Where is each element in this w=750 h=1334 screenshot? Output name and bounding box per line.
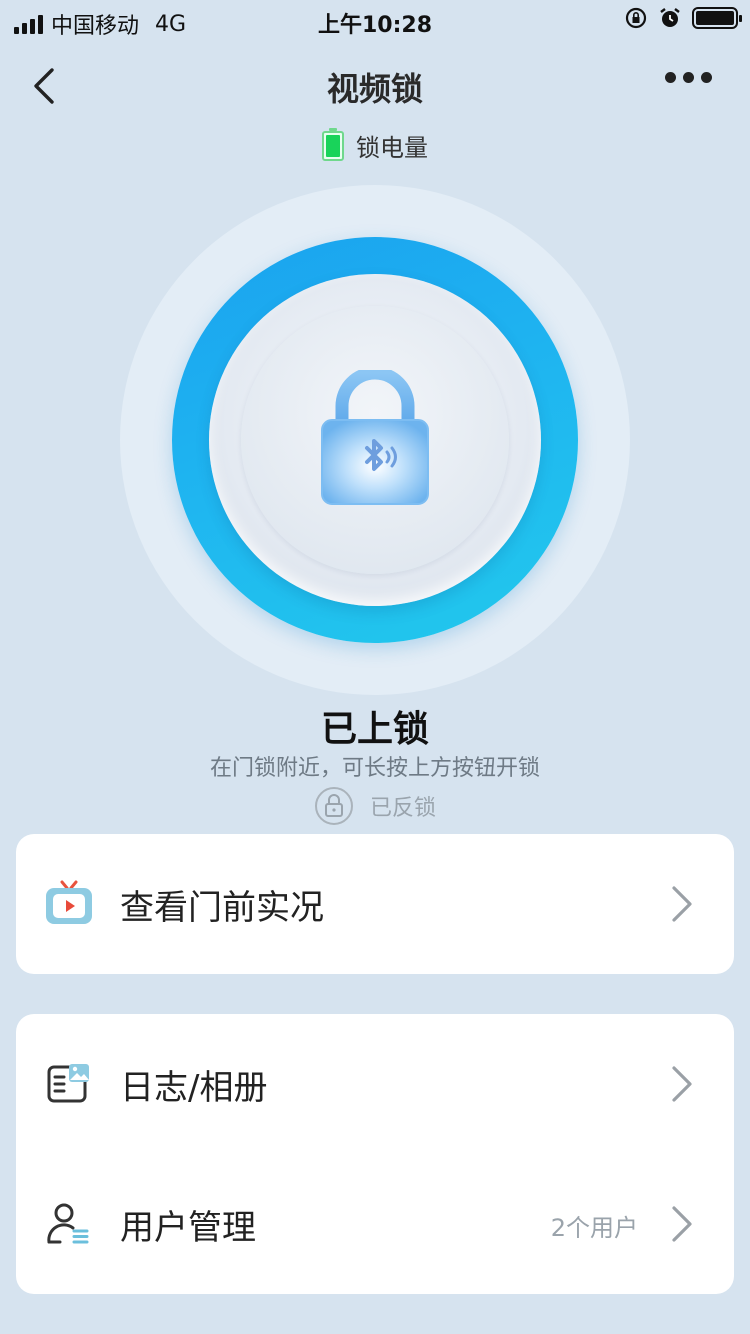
status-bar: 中国移动 4G 上午10:28: [0, 0, 750, 42]
settings-card: 日志/相册 用户管理 2个用户: [16, 1014, 734, 1294]
video-lock-screen: 中国移动 4G 上午10:28 视频锁 锁电量 已上锁 在门锁附近，可长按上方按…: [0, 0, 750, 1334]
more-dots-icon[interactable]: [665, 72, 712, 83]
chevron-right-icon: [672, 1066, 692, 1102]
bluetooth-lock-icon: [321, 370, 429, 505]
user-count: 2个用户: [550, 1214, 638, 1242]
status-right: [624, 6, 742, 30]
live-view-row[interactable]: 查看门前实况: [16, 834, 734, 974]
lock-status: 已上锁: [320, 709, 429, 750]
live-view-label: 查看门前实况: [120, 888, 324, 928]
battery-status-icon: [692, 7, 742, 29]
unlock-hint: 在门锁附近，可长按上方按钮开锁: [209, 756, 540, 781]
chevron-right-icon: [672, 1206, 692, 1242]
log-album-icon: [47, 1064, 89, 1103]
user-management-label: 用户管理: [120, 1208, 256, 1248]
anti-lock-status: 已反锁: [0, 786, 750, 826]
live-view-card: 查看门前实况: [16, 834, 734, 974]
chevron-right-icon: [672, 886, 692, 922]
alarm-icon: [660, 8, 680, 27]
anti-lock-label: 已反锁: [369, 796, 436, 821]
logs-album-row[interactable]: 日志/相册: [16, 1014, 734, 1154]
nav-bar: 视频锁: [0, 46, 750, 122]
padlock-icon: [314, 787, 353, 825]
lock-battery-label: 锁电量: [356, 134, 428, 162]
tv-play-icon: [46, 880, 92, 924]
logs-album-label: 日志/相册: [120, 1068, 268, 1108]
page-title: 视频锁: [326, 70, 423, 108]
lock-battery: 锁电量: [0, 127, 750, 163]
user-manage-icon: [47, 1203, 89, 1244]
rotation-lock-icon: [625, 7, 647, 29]
battery-level-icon: [322, 127, 344, 161]
user-management-row[interactable]: 用户管理 2个用户: [16, 1154, 734, 1294]
